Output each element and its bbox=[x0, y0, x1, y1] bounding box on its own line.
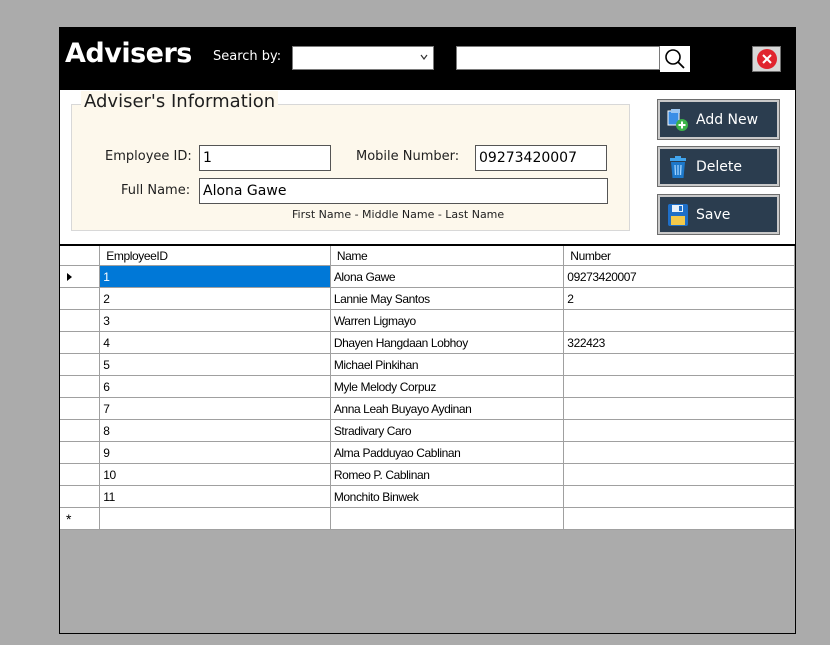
cell-employeeid[interactable]: 8 bbox=[99, 419, 331, 442]
cell-employeeid[interactable]: 2 bbox=[99, 287, 331, 310]
floppy-disk-icon bbox=[668, 203, 688, 226]
cell-number[interactable] bbox=[563, 441, 795, 464]
mobile-number-field[interactable] bbox=[475, 145, 607, 171]
row-header[interactable] bbox=[60, 309, 101, 332]
save-button[interactable]: Save bbox=[657, 194, 780, 235]
cell-name[interactable]: Warren Ligmayo bbox=[330, 309, 565, 332]
cell-number[interactable] bbox=[563, 397, 795, 420]
cell-name[interactable]: Stradivary Caro bbox=[330, 419, 565, 442]
cell-employeeid[interactable]: 1 bbox=[99, 265, 331, 288]
cell-employeeid[interactable]: 9 bbox=[99, 441, 331, 464]
delete-button[interactable]: Delete bbox=[657, 146, 780, 187]
table-row[interactable]: 2 Lannie May Santos 2 bbox=[60, 287, 795, 310]
cell-number[interactable] bbox=[563, 419, 795, 442]
column-header-employeeid[interactable]: EmployeeID bbox=[99, 246, 331, 266]
row-header[interactable] bbox=[60, 397, 101, 420]
column-header-name[interactable]: Name bbox=[330, 246, 565, 266]
advisers-table: EmployeeID Name Number 1 Alona Gawe 092734… bbox=[60, 246, 795, 530]
table-row[interactable]: 5 Michael Pinkihan bbox=[60, 353, 795, 376]
cell-number[interactable]: 322423 bbox=[563, 331, 795, 354]
cell-number[interactable] bbox=[563, 463, 795, 486]
table-row[interactable]: 1 Alona Gawe 09273420007 bbox=[60, 265, 795, 288]
mobile-number-label: Mobile Number: bbox=[356, 149, 460, 164]
chevron-down-icon bbox=[420, 54, 428, 60]
cell-number[interactable] bbox=[563, 485, 795, 508]
new-row-cell[interactable] bbox=[330, 507, 565, 530]
cell-name[interactable]: Romeo P. Cablinan bbox=[330, 463, 565, 486]
row-header[interactable] bbox=[60, 375, 101, 398]
advisers-grid: EmployeeID Name Number 1 Alona Gawe 092734… bbox=[60, 244, 795, 633]
new-row-cell[interactable] bbox=[563, 507, 795, 530]
cell-name[interactable]: Alma Padduyao Cablinan bbox=[330, 441, 565, 464]
cell-employeeid[interactable]: 3 bbox=[99, 309, 331, 332]
table-row[interactable]: 6 Myle Melody Corpuz bbox=[60, 375, 795, 398]
cell-name[interactable]: Dhayen Hangdaan Lobhoy bbox=[330, 331, 565, 354]
adviser-info-group: Adviser's Information Employee ID: Mobil… bbox=[71, 91, 630, 231]
page-title: Advisers bbox=[65, 38, 192, 69]
cell-name[interactable]: Myle Melody Corpuz bbox=[330, 375, 565, 398]
trash-icon bbox=[670, 155, 686, 178]
table-row[interactable]: 3 Warren Ligmayo bbox=[60, 309, 795, 332]
add-new-label: Add New bbox=[696, 111, 759, 128]
row-header[interactable] bbox=[60, 485, 101, 508]
new-row[interactable]: * bbox=[60, 507, 795, 530]
employee-id-label: Employee ID: bbox=[105, 149, 192, 164]
delete-label: Delete bbox=[696, 158, 742, 175]
column-header-number[interactable]: Number bbox=[563, 246, 795, 266]
table-row[interactable]: 10 Romeo P. Cablinan bbox=[60, 463, 795, 486]
cell-name[interactable]: Michael Pinkihan bbox=[330, 353, 565, 376]
add-document-icon bbox=[667, 108, 688, 131]
row-header[interactable] bbox=[60, 353, 101, 376]
cell-number[interactable] bbox=[563, 353, 795, 376]
table-row[interactable]: 4 Dhayen Hangdaan Lobhoy 322423 bbox=[60, 331, 795, 354]
row-header[interactable] bbox=[60, 265, 101, 288]
cell-name[interactable]: Lannie May Santos bbox=[330, 287, 565, 310]
table-row[interactable]: 9 Alma Padduyao Cablinan bbox=[60, 441, 795, 464]
table-row[interactable]: 8 Stradivary Caro bbox=[60, 419, 795, 442]
search-input[interactable] bbox=[456, 46, 660, 70]
new-row-marker: * bbox=[66, 510, 72, 527]
cell-employeeid[interactable]: 11 bbox=[99, 485, 331, 508]
cell-number[interactable]: 09273420007 bbox=[563, 265, 795, 288]
cell-employeeid[interactable]: 5 bbox=[99, 353, 331, 376]
advisers-window: Advisers Search by: Adviser's Informatio… bbox=[59, 27, 796, 634]
cell-employeeid[interactable]: 10 bbox=[99, 463, 331, 486]
cell-name[interactable]: Monchito Binwek bbox=[330, 485, 565, 508]
table-row[interactable]: 7 Anna Leah Buyayo Aydinan bbox=[60, 397, 795, 420]
add-new-button[interactable]: Add New bbox=[657, 99, 780, 140]
row-header-corner bbox=[60, 246, 101, 266]
cell-employeeid[interactable]: 6 bbox=[99, 375, 331, 398]
header-bar: Advisers Search by: bbox=[60, 28, 795, 90]
row-header[interactable] bbox=[60, 463, 101, 486]
row-header[interactable] bbox=[60, 441, 101, 464]
search-icon bbox=[665, 49, 685, 69]
table-row[interactable]: 11 Monchito Binwek bbox=[60, 485, 795, 508]
employee-id-field[interactable] bbox=[199, 145, 331, 171]
cell-employeeid[interactable]: 7 bbox=[99, 397, 331, 420]
close-button[interactable] bbox=[752, 46, 781, 72]
row-header[interactable] bbox=[60, 331, 101, 354]
row-header[interactable] bbox=[60, 419, 101, 442]
search-button[interactable] bbox=[660, 46, 690, 72]
search-by-label: Search by: bbox=[213, 49, 282, 64]
full-name-field[interactable] bbox=[199, 178, 608, 204]
cell-employeeid[interactable]: 4 bbox=[99, 331, 331, 354]
cell-name[interactable]: Alona Gawe bbox=[330, 265, 565, 288]
close-icon bbox=[756, 49, 777, 69]
cell-number[interactable]: 2 bbox=[563, 287, 795, 310]
new-row-header[interactable]: * bbox=[60, 507, 101, 530]
full-name-label: Full Name: bbox=[121, 183, 191, 198]
search-by-dropdown[interactable] bbox=[292, 46, 434, 70]
cell-number[interactable] bbox=[563, 375, 795, 398]
current-row-arrow-icon bbox=[67, 272, 72, 281]
cell-name[interactable]: Anna Leah Buyayo Aydinan bbox=[330, 397, 565, 420]
cell-number[interactable] bbox=[563, 309, 795, 332]
name-format-hint: First Name - Middle Name - Last Name bbox=[292, 208, 505, 221]
group-title: Adviser's Information bbox=[81, 91, 279, 112]
row-header[interactable] bbox=[60, 287, 101, 310]
save-label: Save bbox=[696, 206, 731, 223]
table-header-row: EmployeeID Name Number bbox=[60, 246, 795, 266]
new-row-cell[interactable] bbox=[99, 507, 331, 530]
